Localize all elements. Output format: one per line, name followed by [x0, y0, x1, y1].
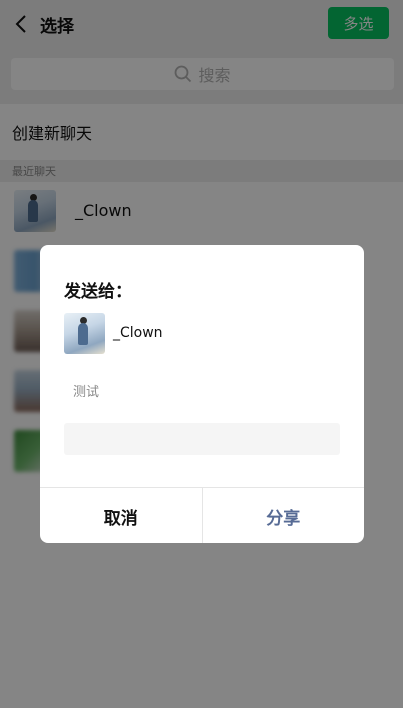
recipient: _Clown	[64, 313, 344, 355]
dialog-title: 发送给：	[64, 282, 132, 302]
share-button[interactable]: 分享	[203, 488, 365, 543]
message-input[interactable]	[64, 423, 340, 455]
dialog-footer: 取消 分享	[40, 487, 364, 543]
shared-message: 测试	[73, 385, 100, 400]
recipient-name: _Clown	[113, 325, 163, 341]
cancel-button[interactable]: 取消	[40, 488, 203, 543]
avatar	[64, 313, 105, 354]
share-dialog: 发送给： _Clown 测试 取消 分享	[40, 245, 364, 543]
